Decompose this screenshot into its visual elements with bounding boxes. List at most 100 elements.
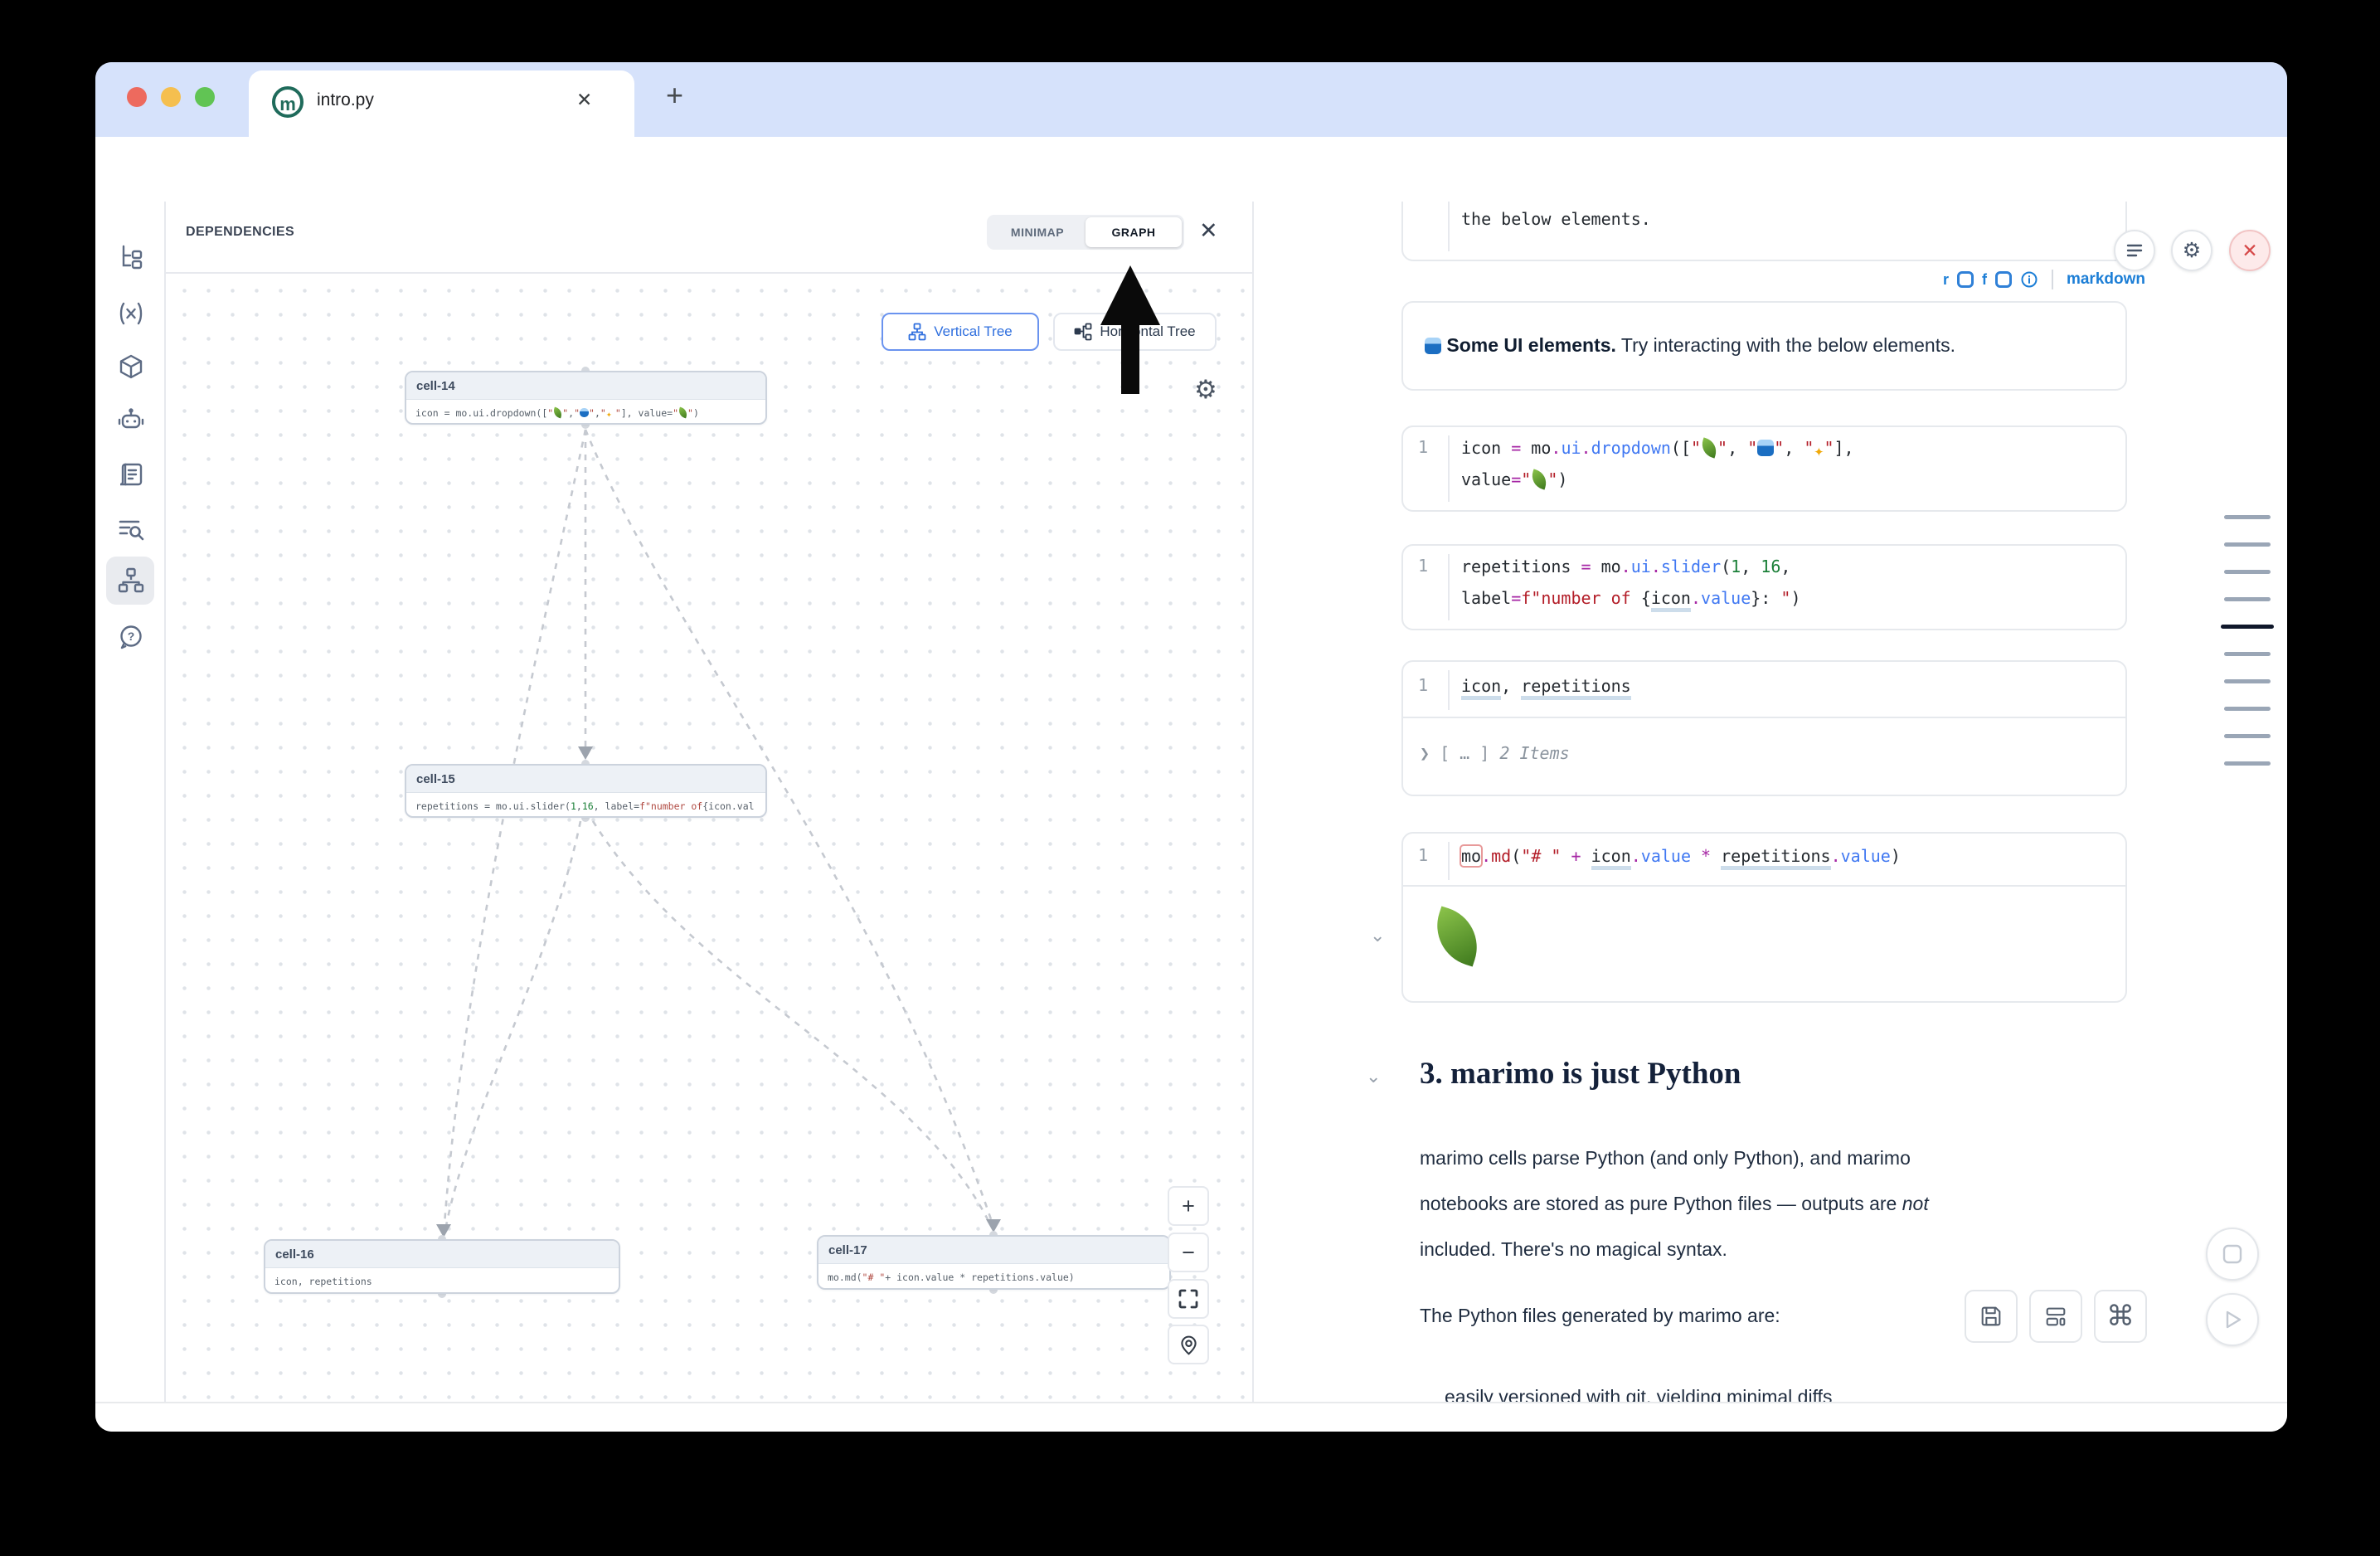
sidebar-item-file-explorer[interactable] — [113, 239, 149, 275]
run-toggle-label: r — [1943, 271, 1949, 289]
svg-text:?: ? — [128, 630, 135, 643]
graph-node-cell-14[interactable]: cell-14 icon = mo.ui.dropdown(["", "", "… — [405, 371, 767, 425]
code-cell-dropdown[interactable]: 1 icon = mo.ui.dropdown(["", "", ""], va… — [1401, 425, 2127, 512]
cell-footer: r f markdown — [1751, 268, 2145, 291]
markdown-editor-cell[interactable]: 1 ** Some UI elements.** Try interacting… — [1401, 202, 2127, 261]
stop-icon — [2222, 1243, 2243, 1265]
node-title: cell-17 — [818, 1237, 1169, 1264]
graph-node-cell-17[interactable]: cell-17 mo.md("# " + icon.value * repeti… — [817, 1235, 1171, 1290]
run-checkbox[interactable] — [1957, 271, 1974, 288]
line-number: 1 — [1418, 675, 1428, 695]
delete-cell-button[interactable]: ✕ — [2229, 230, 2271, 271]
dependencies-panel-header: DEPENDENCIES MINIMAP GRAPH ✕ — [166, 202, 1252, 274]
minimap-cell-marker[interactable] — [2224, 707, 2271, 711]
toggle-minimap[interactable]: MINIMAP — [989, 217, 1086, 247]
code-line[interactable]: label=f"number of {icon.value}: ") — [1461, 582, 2117, 614]
dependency-graph-canvas[interactable]: Vertical Tree Horizontal Tree ⚙ cell-14 … — [166, 274, 1252, 1402]
node-code: repetitions = mo.ui.slider(1, 16, label=… — [406, 793, 765, 818]
close-window-button[interactable] — [127, 87, 147, 107]
browser-toolbar: ← → localhost:2718 Guest ⋮ — [95, 137, 2287, 202]
node-title: cell-14 — [406, 372, 765, 400]
view-toggle: MINIMAP GRAPH — [987, 215, 1184, 250]
app-sidebar: ? — [95, 202, 166, 1402]
zoom-in-button[interactable]: + — [1168, 1186, 1209, 1226]
minimap-cell-marker[interactable] — [2224, 542, 2271, 547]
vertical-tree-button[interactable]: Vertical Tree — [882, 313, 1039, 351]
maximize-window-button[interactable] — [195, 87, 215, 107]
drag-handle-menu-button[interactable] — [2114, 230, 2155, 271]
stop-button[interactable] — [2206, 1228, 2259, 1281]
clipped-paragraph: easily versioned with git, yielding mini… — [1445, 1386, 1832, 1402]
minimap-cell-marker[interactable] — [2224, 597, 2271, 601]
panel-title: DEPENDENCIES — [186, 225, 294, 240]
save-icon — [1979, 1304, 2004, 1329]
save-button[interactable] — [1965, 1290, 2018, 1343]
node-title: cell-16 — [265, 1241, 619, 1268]
sidebar-item-snippets[interactable] — [113, 457, 149, 494]
graph-node-cell-16[interactable]: cell-16 icon, repetitions — [264, 1239, 620, 1294]
refs-output[interactable]: ❯ [ … ] 2 Items — [1420, 743, 1570, 763]
minimize-window-button[interactable] — [161, 87, 181, 107]
node-code: icon = mo.ui.dropdown(["", "", ""], valu… — [406, 400, 765, 425]
zoom-out-button[interactable]: − — [1168, 1233, 1209, 1272]
notebook-pane: 1 ** Some UI elements.** Try interacting… — [1252, 202, 2287, 1402]
markdown-output-text: Some UI elements. Try interacting with t… — [1425, 334, 1955, 357]
node-code: mo.md("# " + icon.value * repetitions.va… — [818, 1264, 1169, 1290]
sidebar-item-logs-search[interactable] — [113, 510, 149, 547]
format-checkbox[interactable] — [1995, 271, 2012, 288]
layout-icon — [2043, 1304, 2068, 1329]
fit-view-button[interactable] — [1168, 1279, 1209, 1319]
tab-title: intro.py — [317, 90, 374, 110]
browser-tab[interactable]: m intro.py ✕ — [249, 71, 634, 137]
tab-strip: m intro.py ✕ + — [95, 62, 2287, 137]
code-cell-refs[interactable]: 1 icon, repetitions ❯ [ … ] 2 Items — [1401, 660, 2127, 796]
code-line[interactable]: the below elements. — [1461, 203, 2117, 235]
node-title: cell-15 — [406, 766, 765, 793]
sidebar-item-packages[interactable] — [113, 349, 149, 386]
graph-node-cell-15[interactable]: cell-15 repetitions = mo.ui.slider(1, 16… — [405, 764, 767, 818]
info-icon[interactable] — [2020, 270, 2038, 289]
run-button[interactable] — [2206, 1293, 2259, 1346]
status-bar: 0 0 — [95, 1402, 2287, 1432]
section-collapse-chevron-icon[interactable]: ⌄ — [1366, 1066, 1381, 1087]
new-tab-button[interactable]: + — [666, 78, 683, 113]
code-line[interactable]: repetitions = mo.ui.slider(1, 16, — [1461, 551, 2117, 582]
minimap-cell-marker[interactable] — [2224, 652, 2271, 656]
toggle-graph[interactable]: GRAPH — [1086, 217, 1182, 247]
sidebar-item-variables[interactable] — [113, 295, 149, 332]
tab-close-icon[interactable]: ✕ — [576, 89, 592, 111]
code-cell-md[interactable]: 1 mo.md("# " + icon.value * repetitions.… — [1401, 832, 2127, 1003]
center-view-pin-icon[interactable] — [1168, 1325, 1209, 1364]
play-icon — [2222, 1309, 2243, 1330]
language-badge[interactable]: markdown — [2067, 270, 2145, 289]
line-number: 1 — [1418, 556, 1428, 576]
minimap-cell-marker[interactable] — [2224, 734, 2271, 738]
collapse-chevron-icon[interactable]: ⌄ — [1370, 925, 1385, 946]
code-line[interactable]: mo.md("# " + icon.value * repetitions.va… — [1461, 840, 2117, 872]
graph-settings-gear-icon[interactable]: ⚙ — [1194, 375, 1217, 405]
layout-button[interactable] — [2029, 1290, 2082, 1343]
code-line[interactable]: icon = mo.ui.dropdown(["", "", ""], — [1461, 432, 2117, 466]
leaf-emoji — [1426, 906, 1487, 966]
panel-close-icon[interactable]: ✕ — [1199, 218, 1218, 244]
line-number: 1 — [1418, 437, 1428, 457]
code-cell-slider[interactable]: 1 repetitions = mo.ui.slider(1, 16, labe… — [1401, 544, 2127, 630]
paragraph-line: The Python files generated by marimo are… — [1420, 1305, 1780, 1327]
minimap-cell-marker[interactable] — [2224, 679, 2271, 683]
section-heading: 3. marimo is just Python — [1420, 1056, 1741, 1092]
command-shortcuts-button[interactable]: ⌘ — [2094, 1290, 2147, 1343]
cell-divider — [1403, 717, 2125, 718]
minimap-cell-marker[interactable] — [2224, 761, 2271, 766]
minimap-cell-marker-active[interactable] — [2221, 625, 2274, 629]
code-line[interactable]: value="") — [1461, 464, 2117, 495]
paragraph-line: included. There's no magical syntax. — [1420, 1238, 1727, 1261]
minimap-cell-marker[interactable] — [2224, 570, 2271, 574]
minimap-cell-marker[interactable] — [2224, 515, 2271, 519]
code-line[interactable]: icon, repetitions — [1461, 670, 2117, 702]
node-code: icon, repetitions — [265, 1268, 619, 1294]
footer-divider — [2052, 270, 2053, 289]
sidebar-item-ai-assistant[interactable] — [113, 403, 149, 440]
sidebar-item-dependencies[interactable] — [113, 562, 149, 599]
sidebar-item-help[interactable]: ? — [113, 619, 149, 655]
cell-settings-gear-icon[interactable]: ⚙ — [2171, 230, 2212, 271]
